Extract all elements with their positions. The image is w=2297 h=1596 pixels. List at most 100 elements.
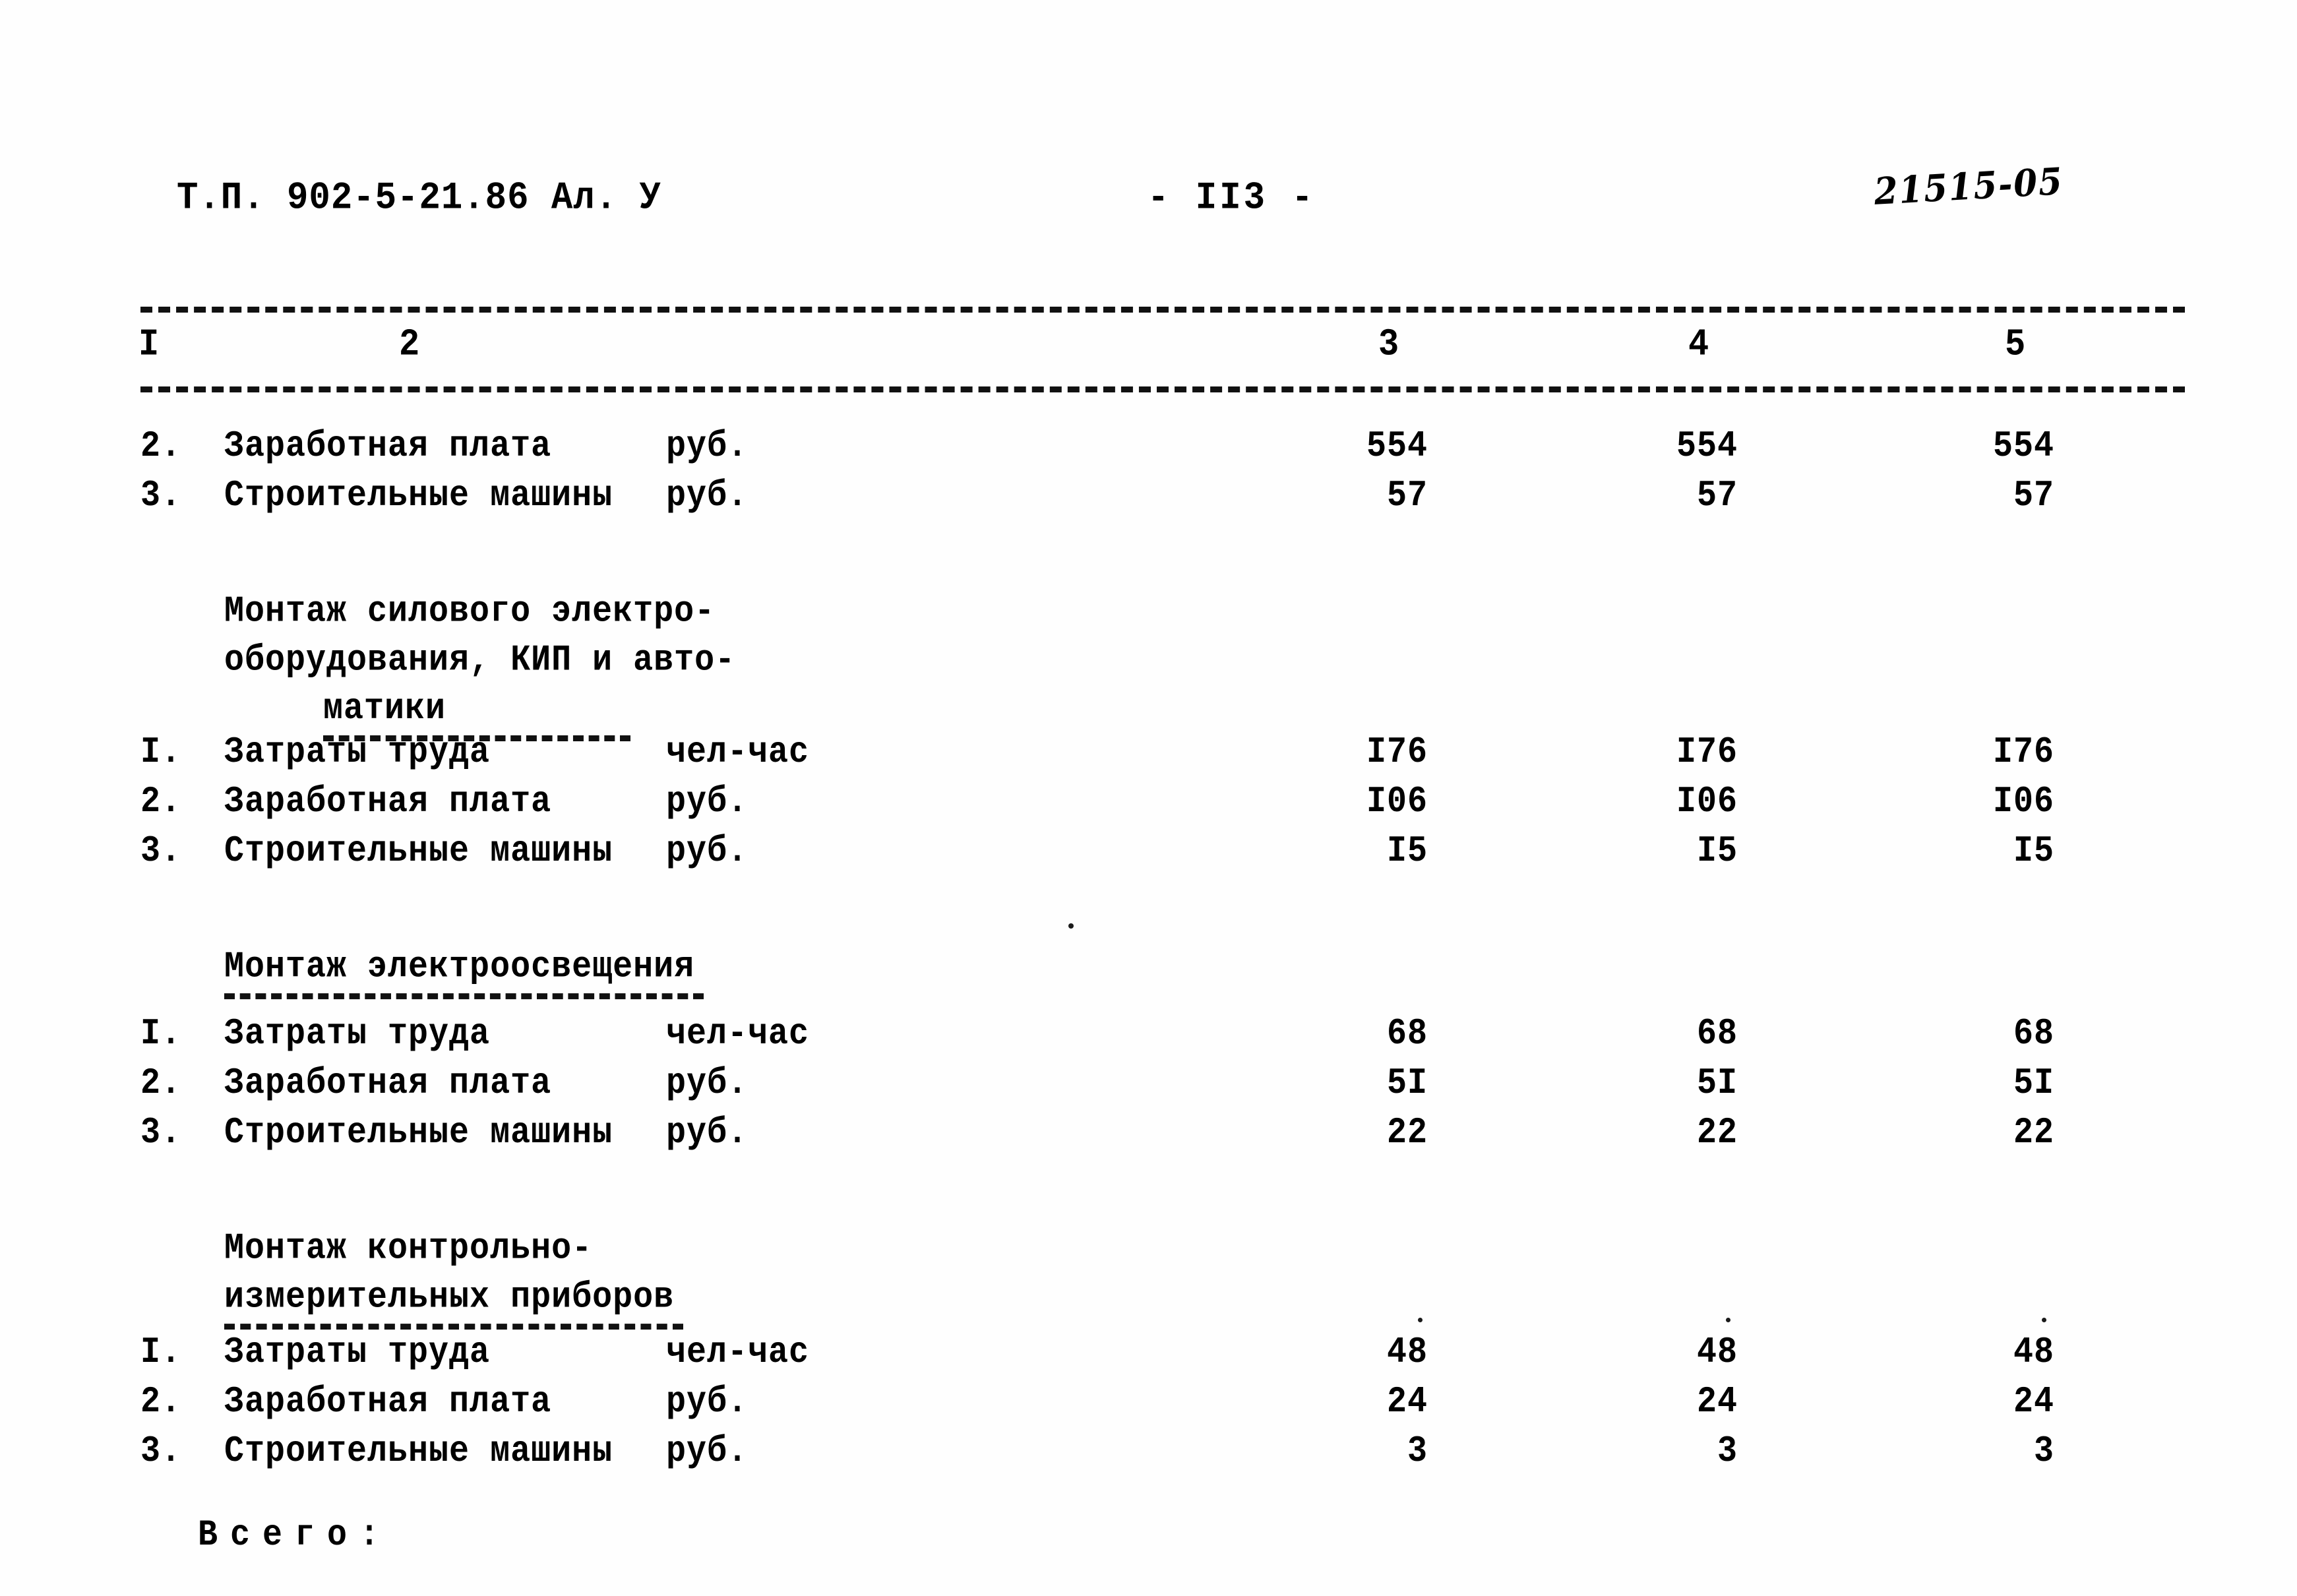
table-row: 2. Заработная плата руб. I06 I06 I06 bbox=[0, 781, 2297, 831]
table-row: I. Затраты труда чел-час 48 48 48 bbox=[0, 1332, 2297, 1382]
row-unit: руб. bbox=[666, 1430, 749, 1473]
scan-speck bbox=[1068, 923, 1074, 929]
row-index: I. bbox=[140, 731, 182, 774]
row-value-col3: 68 bbox=[1386, 1013, 1428, 1055]
table-row: 2. Заработная плата руб. 554 554 554 bbox=[0, 425, 2297, 476]
row-index: I. bbox=[140, 1332, 182, 1374]
page-number: - II3 - bbox=[1148, 177, 1316, 220]
row-value-col4: 554 bbox=[1676, 425, 1738, 468]
row-label: Строительные машины bbox=[224, 1430, 613, 1473]
row-unit: руб. bbox=[666, 1381, 749, 1423]
row-unit: руб. bbox=[666, 1062, 749, 1105]
row-value-col5: 57 bbox=[2013, 475, 2054, 517]
row-value-col5: 48 bbox=[2013, 1332, 2054, 1374]
row-value-col4: I76 bbox=[1676, 731, 1738, 774]
column-header-3: 3 bbox=[1378, 323, 1399, 366]
row-unit: руб. bbox=[666, 830, 749, 873]
row-label: Затраты труда bbox=[224, 731, 491, 774]
row-index: I. bbox=[140, 1013, 182, 1055]
row-value-col4: 57 bbox=[1696, 475, 1738, 517]
row-value-col3: 554 bbox=[1366, 425, 1428, 468]
row-value-col3: 5I bbox=[1386, 1062, 1428, 1105]
row-label: Заработная плата bbox=[224, 781, 552, 823]
row-label: Заработная плата bbox=[224, 1062, 552, 1105]
table-row: 2. Заработная плата руб. 24 24 24 bbox=[0, 1381, 2297, 1431]
row-value-col5: 68 bbox=[2013, 1013, 2054, 1055]
scan-speck bbox=[2042, 1318, 2046, 1322]
row-index: 3. bbox=[140, 1430, 182, 1473]
row-unit: руб. bbox=[666, 1112, 749, 1154]
scan-speck bbox=[1726, 1318, 1730, 1322]
row-value-col4: 48 bbox=[1696, 1332, 1738, 1374]
row-index: 3. bbox=[140, 1112, 182, 1154]
row-label: Строительные машины bbox=[224, 830, 613, 873]
table-row: I. Затраты труда чел-час 68 68 68 bbox=[0, 1013, 2297, 1063]
row-value-col3: 3 bbox=[1407, 1430, 1428, 1473]
row-value-col4: 24 bbox=[1696, 1381, 1738, 1423]
row-unit: руб. bbox=[666, 781, 749, 823]
section-heading: Монтаж электроосвещения bbox=[224, 943, 704, 1000]
row-value-col5: I5 bbox=[2013, 830, 2054, 873]
row-label: Затраты труда bbox=[224, 1332, 491, 1374]
table-row: 3. Строительные машины руб. I5 I5 I5 bbox=[0, 830, 2297, 880]
section-heading: Монтаж силового электро-оборудования, КИ… bbox=[224, 588, 735, 741]
row-value-col3: 57 bbox=[1386, 475, 1428, 517]
row-value-col3: 22 bbox=[1386, 1112, 1428, 1154]
column-header-5: 5 bbox=[2005, 323, 2026, 366]
row-value-col5: 5I bbox=[2013, 1062, 2054, 1105]
column-header-2: 2 bbox=[399, 323, 420, 366]
handwritten-annotation: 21515-05 bbox=[1873, 159, 2065, 214]
row-value-col5: I06 bbox=[1992, 781, 2054, 823]
row-label: Затраты труда bbox=[224, 1013, 491, 1055]
row-value-col5: 22 bbox=[2013, 1112, 2054, 1154]
row-value-col5: 24 bbox=[2013, 1381, 2054, 1423]
row-unit: руб. bbox=[666, 475, 749, 517]
table-rule-bottom bbox=[140, 386, 2185, 392]
row-value-col3: 24 bbox=[1386, 1381, 1428, 1423]
row-value-col4: 22 bbox=[1696, 1112, 1738, 1154]
row-label: Строительные машины bbox=[224, 1112, 613, 1154]
table-row: I. Затраты труда чел-час I76 I76 I76 bbox=[0, 731, 2297, 782]
row-label: Строительные машины bbox=[224, 475, 613, 517]
row-value-col4: 3 bbox=[1717, 1430, 1738, 1473]
row-index: 3. bbox=[140, 830, 182, 873]
document-code: Т.П. 902-5-21.86 Ал. У bbox=[177, 177, 661, 220]
row-index: 2. bbox=[140, 1062, 182, 1105]
row-value-col3: I06 bbox=[1366, 781, 1428, 823]
table-row: 2. Заработная плата руб. 5I 5I 5I bbox=[0, 1062, 2297, 1113]
row-value-col4: 5I bbox=[1696, 1062, 1738, 1105]
row-index: 3. bbox=[140, 475, 182, 517]
table-row: 3. Строительные машины руб. 57 57 57 bbox=[0, 475, 2297, 525]
row-value-col5: 3 bbox=[2033, 1430, 2054, 1473]
row-value-col3: I76 bbox=[1366, 731, 1428, 774]
row-label: Заработная плата bbox=[224, 1381, 552, 1423]
row-index: 2. bbox=[140, 781, 182, 823]
section-heading-line: Монтаж контрольно- bbox=[224, 1227, 593, 1270]
row-value-col5: 554 bbox=[1992, 425, 2054, 468]
section-heading-line: Монтаж силового электро- bbox=[224, 590, 716, 633]
document-page: Т.П. 902-5-21.86 Ал. У - II3 - 21515-05 … bbox=[0, 0, 2297, 1596]
table-rule-top bbox=[140, 307, 2185, 313]
column-header-4: 4 bbox=[1688, 323, 1709, 366]
row-index: 2. bbox=[140, 425, 182, 468]
row-value-col4: I06 bbox=[1676, 781, 1738, 823]
row-unit: руб. bbox=[666, 425, 749, 468]
row-index: 2. bbox=[140, 1381, 182, 1423]
column-header-1: I bbox=[138, 323, 160, 366]
section-heading: Монтаж контрольно-измерительных приборов bbox=[224, 1225, 684, 1330]
table-row: 3. Строительные машины руб. 3 3 3 bbox=[0, 1430, 2297, 1481]
row-label: Заработная плата bbox=[224, 425, 552, 468]
row-unit: чел-час bbox=[666, 731, 810, 774]
section-heading-line: оборудования, КИП и авто- bbox=[224, 639, 736, 682]
row-value-col3: I5 bbox=[1386, 830, 1428, 873]
scan-speck bbox=[1418, 1318, 1423, 1322]
document-header: Т.П. 902-5-21.86 Ал. У - II3 - 21515-05 bbox=[0, 160, 2297, 236]
row-value-col5: I76 bbox=[1992, 731, 2054, 774]
row-value-col4: 68 bbox=[1696, 1013, 1738, 1055]
row-unit: чел-час bbox=[666, 1332, 810, 1374]
row-value-col3: 48 bbox=[1386, 1332, 1428, 1374]
row-value-col4: I5 bbox=[1696, 830, 1738, 873]
table-row: 3. Строительные машины руб. 22 22 22 bbox=[0, 1112, 2297, 1162]
section-heading-line: измерительных приборов bbox=[224, 1274, 684, 1330]
row-unit: чел-час bbox=[666, 1013, 810, 1055]
